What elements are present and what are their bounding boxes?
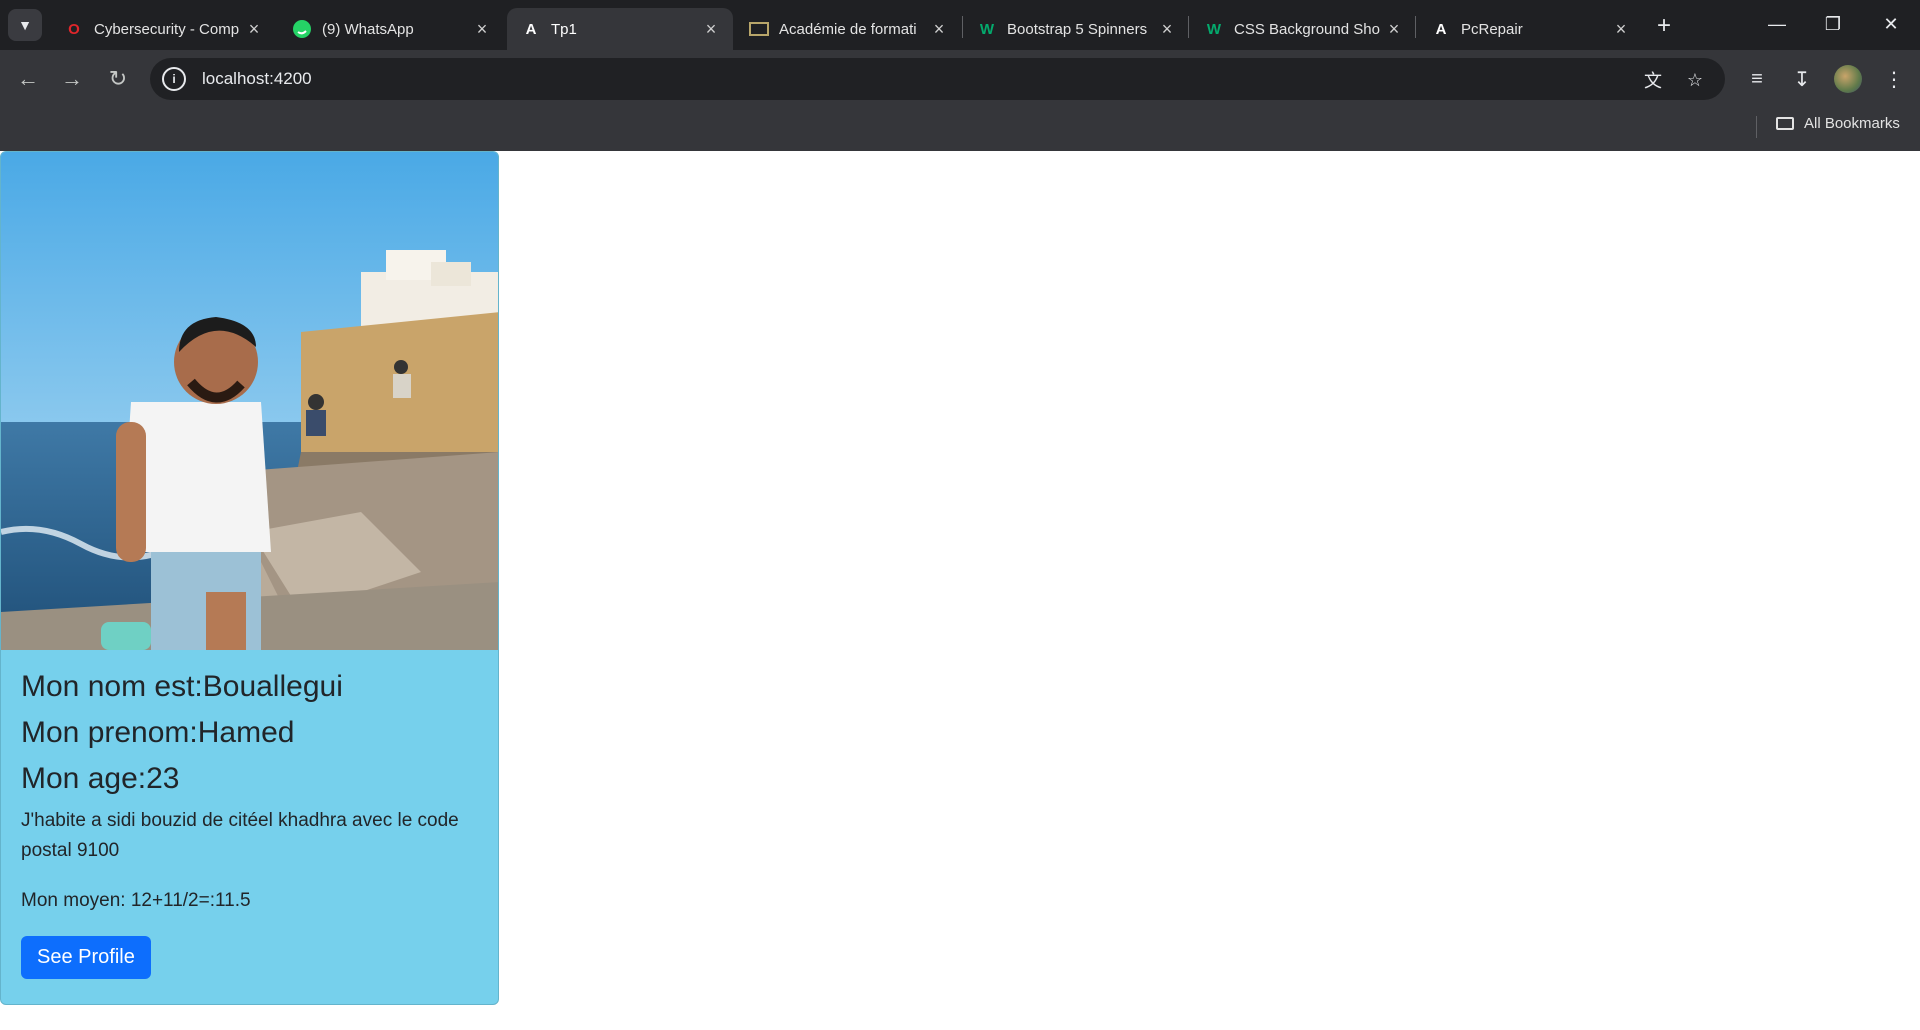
- tab-strip: ▼ O Cybersecurity - Comp × (9) WhatsApp …: [0, 0, 1920, 50]
- arrow-right-icon: →: [61, 66, 83, 91]
- tab-separator: [1415, 16, 1416, 38]
- profile-card: Mon nom est:Bouallegui Mon prenom:Hamed …: [0, 151, 499, 1005]
- close-icon[interactable]: ×: [929, 19, 949, 40]
- whatsapp-icon: [292, 19, 312, 39]
- tab-separator: [1188, 16, 1189, 38]
- tab-search-button[interactable]: ▼: [8, 9, 42, 41]
- translate-icon[interactable]: 文: [1640, 67, 1666, 93]
- download-icon[interactable]: ↧: [1787, 64, 1817, 94]
- all-bookmarks-button[interactable]: All Bookmarks: [1776, 115, 1900, 132]
- avatar[interactable]: [1834, 65, 1862, 93]
- close-icon[interactable]: ×: [1157, 19, 1177, 40]
- close-window-button[interactable]: ✕: [1866, 8, 1916, 40]
- reading-list-icon[interactable]: ≡: [1742, 64, 1772, 94]
- opera-icon: O: [68, 20, 80, 38]
- minimize-icon: —: [1768, 13, 1786, 34]
- folder-icon: [1776, 117, 1794, 130]
- close-icon[interactable]: ×: [244, 19, 264, 40]
- profile-photo-illustration: [1, 152, 498, 650]
- close-icon: ✕: [1883, 13, 1899, 34]
- card-nom: Mon nom est:Bouallegui: [21, 670, 343, 703]
- card-prenom: Mon prenom:Hamed: [21, 716, 295, 749]
- close-icon[interactable]: ×: [701, 19, 721, 40]
- tab-bootstrap-spinners[interactable]: W Bootstrap 5 Spinners ×: [963, 8, 1189, 50]
- arrow-left-icon: ←: [17, 66, 39, 91]
- all-bookmarks-label: All Bookmarks: [1804, 115, 1900, 132]
- chevron-down-icon: ▼: [18, 17, 32, 33]
- see-profile-button[interactable]: See Profile: [21, 936, 151, 979]
- minimize-button[interactable]: —: [1752, 8, 1802, 40]
- more-menu-icon[interactable]: ⋮: [1879, 64, 1909, 94]
- card-body: Mon nom est:Bouallegui Mon prenom:Hamed …: [21, 668, 486, 979]
- star-icon[interactable]: ☆: [1682, 67, 1708, 93]
- w3schools-icon: W: [1206, 20, 1222, 38]
- restore-icon: ❐: [1824, 13, 1842, 34]
- angular-icon: A: [525, 20, 537, 38]
- tab-whatsapp[interactable]: (9) WhatsApp ×: [278, 8, 504, 50]
- close-icon[interactable]: ×: [1611, 19, 1631, 40]
- tab-academie[interactable]: Académie de formati ×: [735, 8, 961, 50]
- restore-button[interactable]: ❐: [1808, 8, 1858, 40]
- w3schools-icon: W: [979, 20, 995, 38]
- address-url[interactable]: localhost:4200: [202, 69, 312, 89]
- back-button[interactable]: ←: [13, 64, 43, 94]
- reload-icon: ↻: [108, 66, 128, 91]
- browser-toolbar: ← → ↻ i localhost:4200 文 ☆ ≡ ↧ ⋮: [0, 50, 1920, 108]
- page-viewport: Mon nom est:Bouallegui Mon prenom:Hamed …: [0, 151, 1920, 1030]
- forward-button[interactable]: →: [57, 64, 87, 94]
- profile-photo: [1, 152, 498, 650]
- card-adresse: J'habite a sidi bouzid de citéel khadhra…: [21, 810, 459, 861]
- close-icon[interactable]: ×: [1384, 19, 1404, 40]
- academy-icon: [749, 19, 769, 39]
- reload-button[interactable]: ↻: [103, 64, 133, 94]
- close-icon[interactable]: ×: [472, 19, 492, 40]
- tab-pcrepair[interactable]: A PcRepair ×: [1417, 8, 1643, 50]
- angular-icon: A: [1435, 20, 1447, 38]
- card-age: Mon age:23: [21, 762, 180, 795]
- new-tab-button[interactable]: +: [1650, 12, 1678, 40]
- address-bar[interactable]: i localhost:4200 文 ☆: [150, 58, 1725, 100]
- tab-cybersecurity[interactable]: O Cybersecurity - Comp ×: [50, 8, 276, 50]
- info-icon[interactable]: i: [162, 67, 186, 91]
- bookmarks-bar: All Bookmarks: [0, 108, 1920, 151]
- bookmarks-separator: [1756, 116, 1757, 138]
- card-moyen: Mon moyen: 12+11/2=:11.5: [21, 890, 251, 911]
- tab-css-background[interactable]: W CSS Background Sho ×: [1190, 8, 1416, 50]
- tab-tp1[interactable]: A Tp1 ×: [507, 8, 733, 50]
